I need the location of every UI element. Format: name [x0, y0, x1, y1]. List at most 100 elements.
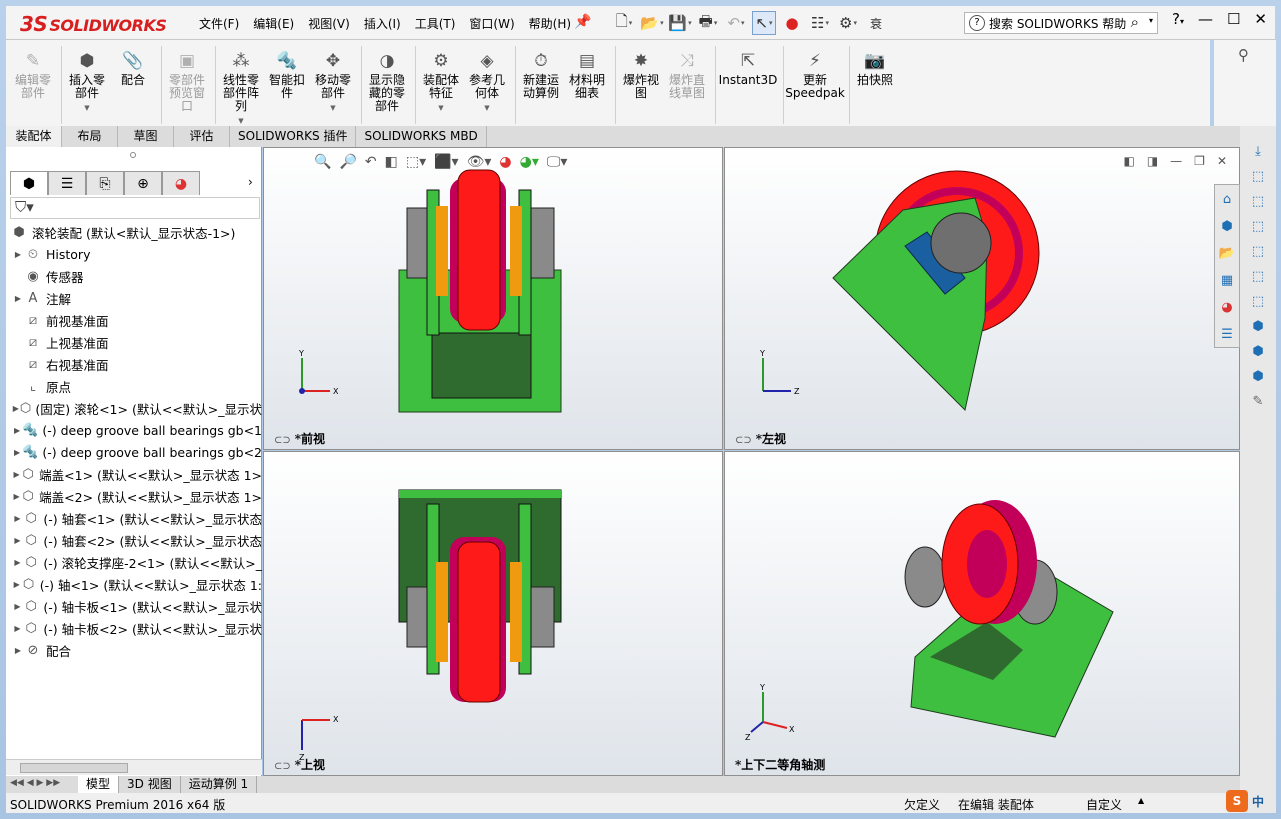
link-views-icon[interactable]: ⊂⊃ — [274, 435, 291, 446]
status-units[interactable]: 自定义 — [1086, 796, 1122, 813]
normal-to-icon[interactable]: ✎ — [1247, 390, 1269, 412]
tree-item[interactable]: ▶ A 注解 — [6, 287, 262, 309]
tab-evaluate[interactable]: 评估 — [174, 126, 230, 147]
chevron-down-icon[interactable]: ▼ — [438, 102, 443, 115]
mate-button[interactable]: 📎 配合 — [110, 42, 156, 128]
chevron-up-icon[interactable]: ▲ — [1138, 796, 1144, 805]
search-icon[interactable]: ⌕ — [1131, 13, 1139, 31]
view-right-icon[interactable]: ⬚ — [1247, 240, 1269, 262]
menu-help[interactable]: 帮助(H) — [522, 15, 578, 32]
tab-addins[interactable]: SOLIDWORKS 插件 — [230, 126, 357, 147]
tree-item[interactable]: ▶ ⬡ (-) 轴套<2> (默认<<默认>_显示状态 — [6, 529, 262, 551]
pin-icon[interactable]: 📌 — [574, 14, 591, 30]
tab-layout[interactable]: 布局 — [62, 126, 118, 147]
file-properties-icon[interactable]: ☷ ▾ — [808, 11, 832, 35]
menu-view[interactable]: 视图(V) — [301, 15, 357, 32]
help-icon[interactable]: ?▾ — [1172, 10, 1184, 28]
tab-model[interactable]: 模型 — [78, 776, 120, 793]
tree-item[interactable]: ⧄ 上视基准面 — [6, 331, 262, 353]
maximize-icon[interactable]: ☐ — [1227, 10, 1240, 28]
expand-arrow-icon[interactable]: ▶ — [12, 492, 21, 501]
view-palette-icon[interactable]: ▦ — [1216, 269, 1238, 291]
menu-edit[interactable]: 编辑(E) — [246, 15, 301, 32]
help-search-box[interactable]: ? 搜索 SOLIDWORKS 帮助 ⌕ ▾ — [964, 12, 1158, 34]
custom-properties-icon[interactable]: ☰ — [1216, 323, 1238, 345]
view-dimetric-icon[interactable]: ⬢ — [1247, 365, 1269, 387]
expand-arrow-icon[interactable]: ▶ — [12, 558, 23, 567]
design-library-icon[interactable]: ⬢ — [1216, 215, 1238, 237]
smart-fasteners-button[interactable]: 🔩 智能扣 件 — [264, 42, 310, 128]
linear-pattern-button[interactable]: ⁂ 线性零 部件阵 列 ▼ — [218, 42, 264, 128]
tab-assembly[interactable]: 装配体 — [6, 126, 62, 147]
expand-arrow-icon[interactable]: ▶ — [12, 646, 24, 655]
expand-arrow-icon[interactable]: ▶ — [12, 624, 23, 633]
bom-button[interactable]: ▤ 材料明 细表 — [564, 42, 610, 128]
menu-file[interactable]: 文件(F) — [192, 15, 246, 32]
undo-icon[interactable]: ↶ ▾ — [724, 11, 748, 35]
options-gear-icon[interactable]: ⚙ ▾ — [836, 11, 860, 35]
file-explorer-icon[interactable]: 📂 — [1216, 242, 1238, 264]
expand-arrow-icon[interactable]: ▶ — [12, 250, 24, 259]
horizontal-scrollbar[interactable] — [6, 759, 262, 775]
tab-motion-study[interactable]: 运动算例 1 — [181, 776, 258, 793]
assembly-features-button[interactable]: ⚙ 装配体 特征 ▼ — [418, 42, 464, 128]
dimxpert-tab-icon[interactable]: ⊕ — [124, 171, 162, 195]
tree-item[interactable]: ⧄ 右视基准面 — [6, 353, 262, 375]
show-hidden-button[interactable]: ◑ 显示隐 藏的零 部件 — [364, 42, 410, 128]
link-views-icon[interactable]: ⊂⊃ — [274, 761, 291, 772]
view-top-icon[interactable]: ⬚ — [1247, 265, 1269, 287]
panel-grip[interactable] — [130, 152, 136, 158]
view-trimetric-icon[interactable]: ⬢ — [1247, 340, 1269, 362]
menu-insert[interactable]: 插入(I) — [357, 15, 408, 32]
expand-arrow-icon[interactable]: ▶ — [12, 536, 23, 545]
expand-arrow-icon[interactable]: ▶ — [12, 514, 23, 523]
chevron-down-icon[interactable]: ▼ — [330, 102, 335, 115]
view-left-icon[interactable]: ⬚ — [1247, 215, 1269, 237]
minimize-icon[interactable]: — — [1198, 10, 1213, 28]
viewport-left[interactable]: ◧ ◨ — ❐ ✕ Y Z ⊂⊃ *左视 — [724, 147, 1240, 450]
insert-components-button[interactable]: ⬢ 插入零 部件 ▼ — [64, 42, 110, 128]
expand-arrow-icon[interactable]: ▶ — [12, 602, 23, 611]
tree-item[interactable]: ▶ ⬡ (-) 轴套<1> (默认<<默认>_显示状态 — [6, 507, 262, 529]
tab-scroll-arrows-icon[interactable]: ◀◀ ◀ ▶ ▶▶ — [10, 778, 60, 788]
menu-tools[interactable]: 工具(T) — [408, 15, 463, 32]
expand-arrow-icon[interactable]: ▶ — [12, 470, 21, 479]
print-icon[interactable]: 🖶 ▾ — [696, 11, 720, 35]
reference-geometry-button[interactable]: ◈ 参考几 何体 ▼ — [464, 42, 510, 128]
display-manager-tab-icon[interactable]: ◕ — [162, 171, 200, 195]
expand-arrow-icon[interactable]: ▶ — [12, 448, 22, 457]
select-arrow-icon[interactable]: ↖ ▾ — [752, 11, 776, 35]
tree-item[interactable]: ▶ ⬡ (固定) 滚轮<1> (默认<<默认>_显示状 — [6, 397, 262, 419]
snapshot-button[interactable]: 📷 拍快照 — [852, 42, 898, 128]
close-icon[interactable]: ✕ — [1254, 10, 1267, 28]
tree-item[interactable]: ⌞ 原点 — [6, 375, 262, 397]
task-pane-arrow-icon[interactable]: ⤓ — [1247, 140, 1269, 162]
viewport-isometric[interactable]: Y X Z *上下二等角轴测 — [724, 451, 1240, 776]
search-commands-icon[interactable]: ⚲ — [1238, 46, 1249, 64]
view-iso-icon[interactable]: ⬢ — [1247, 315, 1269, 337]
ime-indicator[interactable]: S 中 — [1226, 789, 1276, 813]
tree-item[interactable]: ⬢ 滚轮装配 (默认<默认_显示状态-1>) — [6, 221, 262, 243]
scrollbar-thumb[interactable] — [20, 763, 128, 773]
viewport-top[interactable]: X Z ⊂⊃ *上视 — [263, 451, 723, 776]
chevron-down-icon[interactable]: ▼ — [84, 102, 89, 115]
feature-manager-tab-icon[interactable]: ⬢ — [10, 171, 48, 195]
expand-arrow-icon[interactable]: ▶ — [12, 426, 22, 435]
chevron-down-icon[interactable]: ▾ — [1149, 16, 1153, 25]
solidworks-logo[interactable]: 3S SOLIDWORKS — [20, 12, 167, 36]
tab-mbd[interactable]: SOLIDWORKS MBD — [356, 126, 487, 147]
more-tools-label[interactable]: 衰 — [864, 11, 888, 35]
tree-item[interactable]: ▶ ⏲ History — [6, 243, 262, 265]
view-back-icon[interactable]: ⬚ — [1247, 190, 1269, 212]
appearances-icon[interactable]: ◕ — [1216, 296, 1238, 318]
tree-item[interactable]: ▶ 🔩 (-) deep groove ball bearings gb<1 — [6, 419, 262, 441]
tree-item[interactable]: ▶ ⬡ (-) 滚轮支撑座-2<1> (默认<<默认>_ — [6, 551, 262, 573]
link-views-icon[interactable]: ⊂⊃ — [735, 435, 752, 446]
exploded-view-button[interactable]: ✸ 爆炸视 图 — [618, 42, 664, 128]
open-icon[interactable]: 📂 ▾ — [640, 11, 664, 35]
new-motion-study-button[interactable]: ⏱ 新建运 动算例 — [518, 42, 564, 128]
tree-item[interactable]: ▶ ⊘ 配合 — [6, 639, 262, 661]
chevron-down-icon[interactable]: ▼ — [484, 102, 489, 115]
tree-item[interactable]: ▶ 🔩 (-) deep groove ball bearings gb<2 — [6, 441, 262, 463]
expand-arrow-icon[interactable]: ▶ — [12, 294, 24, 303]
